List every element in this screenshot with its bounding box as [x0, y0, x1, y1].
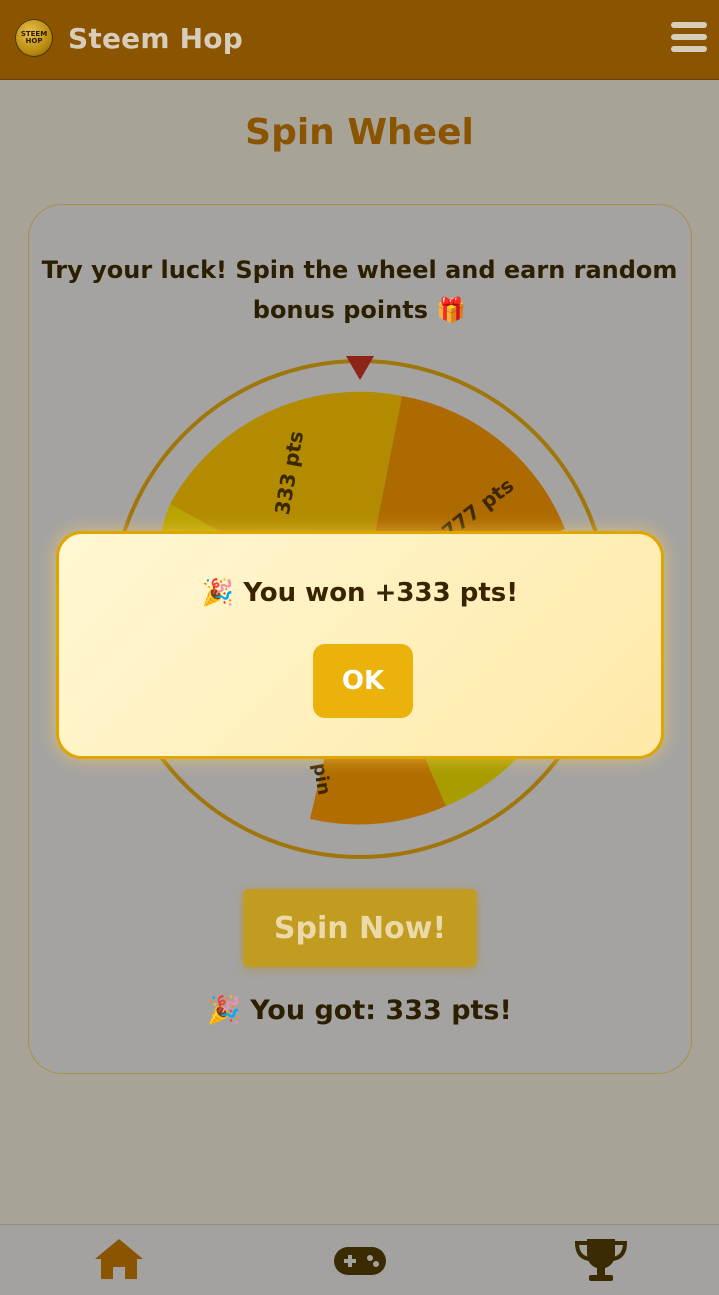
win-message: 🎉 You won +333 pts!: [201, 578, 519, 608]
hamburger-menu-icon[interactable]: [671, 22, 707, 56]
trophy-icon: [574, 1239, 628, 1281]
nav-leaderboard[interactable]: [573, 1235, 629, 1285]
wheel-label: pin: [308, 762, 334, 797]
nav-home[interactable]: [91, 1235, 147, 1285]
spin-now-button[interactable]: Spin Now!: [243, 889, 477, 967]
ok-button[interactable]: OK: [313, 644, 413, 718]
app-title[interactable]: Steem Hop: [68, 22, 243, 55]
top-bar: STEEM HOP Steem Hop: [0, 0, 719, 80]
app-logo[interactable]: STEEM HOP: [15, 19, 53, 57]
page-title: Spin Wheel: [245, 112, 474, 153]
result-text: 🎉 You got: 333 pts!: [207, 995, 512, 1026]
pointer-icon: [346, 356, 374, 380]
intro-text: Try your luck! Spin the wheel and earn r…: [41, 256, 678, 324]
win-dialog: 🎉 You won +333 pts! OK: [56, 531, 664, 759]
bottom-nav: [0, 1224, 719, 1295]
menu-line: [671, 46, 707, 52]
nav-games[interactable]: [332, 1235, 388, 1285]
gamepad-icon: [334, 1247, 386, 1275]
menu-line: [671, 34, 707, 40]
home-icon: [95, 1239, 143, 1279]
menu-line: [671, 22, 707, 28]
